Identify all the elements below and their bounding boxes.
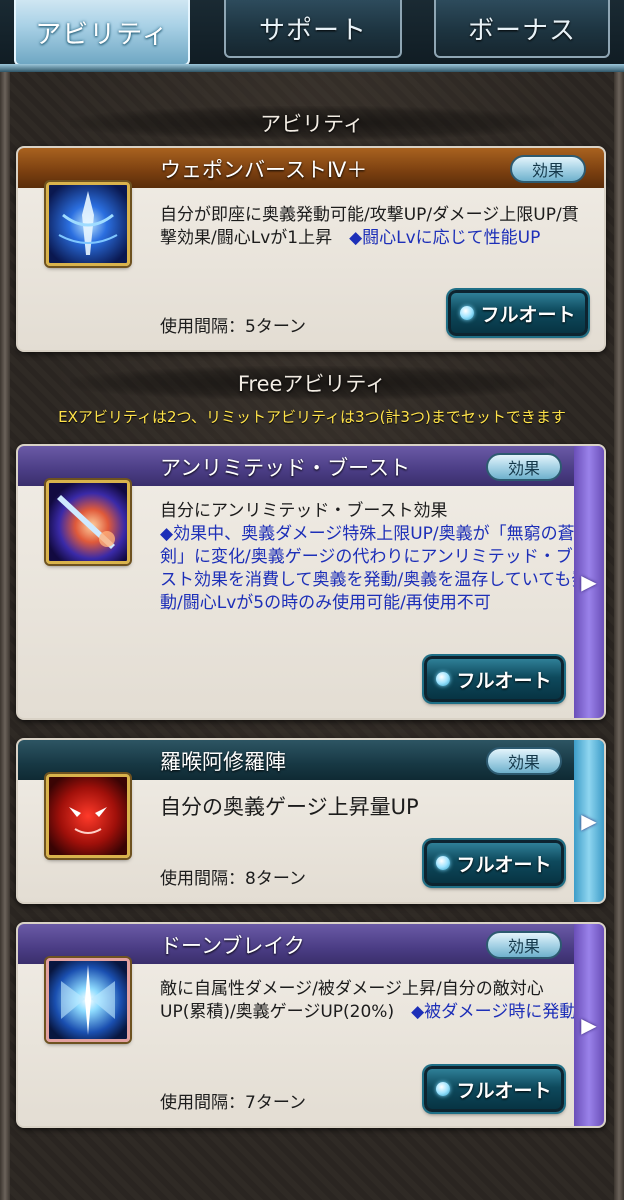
desc-main: 自分にアンリミテッド・ブースト効果 [160,501,448,521]
fullauto-button[interactable]: フルオート [424,1066,564,1112]
chevron-right-icon: ▶ [581,809,597,833]
ability-name: ドーンブレイク [160,934,305,958]
tab-ability[interactable]: アビリティ [14,0,190,66]
section-title-free: Freeアビリティ [70,366,554,400]
desc-highlight: ◆被ダメージ時に発動 [411,1002,577,1022]
ability-name: アンリミテッド・ブースト [160,456,411,480]
fullauto-button[interactable]: フルオート [448,290,588,336]
demon-face-icon [46,774,130,858]
frame-right [614,72,624,1200]
ability-description: 自分の奥義ゲージ上昇量UP [160,796,590,819]
ability-card-dawn-break: ドーンブレイク 効果 敵に自属性ダメージ/被ダメージ上昇/自分の敵対心UP(累積… [16,922,606,1128]
dawn-break-icon [46,958,130,1042]
unlimited-boost-icon [46,480,130,564]
ability-card-unlimited-boost: アンリミテッド・ブースト 効果 自分にアンリミテッド・ブースト効果 ◆効果中、奥… [16,444,606,720]
effect-button[interactable]: 効果 [510,155,586,183]
desc-highlight: ◆闘心Lvに応じて性能UP [349,228,541,248]
ability-description: 自分にアンリミテッド・ブースト効果 ◆効果中、奥義ダメージ特殊上限UP/奥義が「… [160,500,590,615]
section-title-ability: アビリティ [70,106,554,140]
usage-interval: 使用間隔：5ターン [160,317,306,337]
fullauto-button[interactable]: フルオート [424,840,564,886]
fullauto-label: フルオート [456,853,552,876]
effect-button[interactable]: 効果 [486,747,562,775]
fullauto-label: フルオート [480,303,576,326]
tab-bonus[interactable]: ボーナス [434,0,610,58]
radio-dot-icon [460,306,475,320]
effect-button[interactable]: 効果 [486,931,562,959]
tab-divider [0,64,624,72]
frame-left [0,72,10,1200]
ability-name: ウェポンバーストⅣ＋ [160,158,368,182]
chevron-right-icon: ▶ [581,570,597,594]
ability-card-rahu-asura: 羅喉阿修羅陣 効果 自分の奥義ゲージ上昇量UP 使用間隔：8ターン フルオート … [16,738,606,904]
ability-card-weapon-burst: ウェポンバーストⅣ＋ 効果 自分が即座に奥義発動可能/攻撃UP/ダメージ上限UP… [16,146,606,352]
set-limit-notice: EXアビリティは2つ、リミットアビリティは3つ(計3つ)までセットできます [58,408,566,426]
fullauto-label: フルオート [456,669,552,692]
side-arrow-button[interactable]: ▶ [574,740,604,902]
ability-name: 羅喉阿修羅陣 [160,750,286,774]
side-arrow-button[interactable]: ▶ [574,446,604,718]
side-arrow-button[interactable]: ▶ [574,924,604,1126]
ability-description: 敵に自属性ダメージ/被ダメージ上昇/自分の敵対心UP(累積)/奥義ゲージUP(2… [160,978,590,1024]
desc-main: 自分の奥義ゲージ上昇量UP [160,795,419,819]
effect-button[interactable]: 効果 [486,453,562,481]
tab-bar: アビリティ サポート ボーナス [0,0,624,72]
ability-description: 自分が即座に奥義発動可能/攻撃UP/ダメージ上限UP/貫撃効果/闘心Lvが1上昇… [160,204,590,250]
tab-support[interactable]: サポート [224,0,402,58]
usage-interval: 使用間隔：7ターン [160,1093,306,1113]
fullauto-button[interactable]: フルオート [424,656,564,702]
radio-dot-icon [436,1082,451,1096]
fullauto-label: フルオート [456,1079,552,1102]
usage-interval: 使用間隔：8ターン [160,869,306,889]
chevron-right-icon: ▶ [581,1013,597,1037]
radio-dot-icon [436,672,451,686]
sword-burst-icon [46,182,130,266]
desc-highlight: ◆効果中、奥義ダメージ特殊上限UP/奥義が「無窮の蒼剣」に変化/奥義ゲージの代わ… [160,524,590,613]
radio-dot-icon [436,856,451,870]
